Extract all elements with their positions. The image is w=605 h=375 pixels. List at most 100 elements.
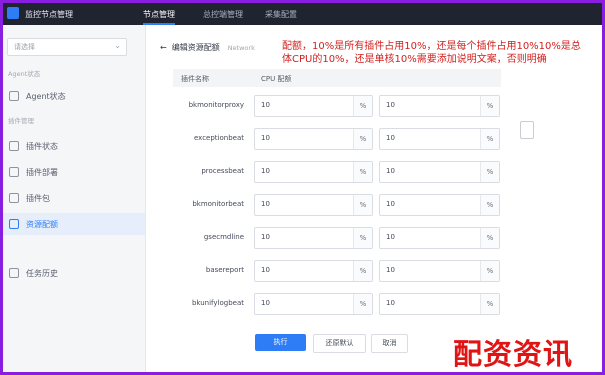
percent-unit: % [480, 195, 499, 215]
cpu-quota-value: 10 [261, 134, 270, 142]
cpu-quota-input[interactable]: 10% [254, 293, 373, 315]
deploy-icon [9, 167, 19, 177]
execute-button[interactable]: 执行 [255, 334, 306, 351]
percent-unit: % [353, 294, 372, 314]
table-row: bkmonitorbeat 10% 10% [146, 194, 602, 216]
package-icon [9, 193, 19, 203]
percent-unit: % [353, 162, 372, 182]
business-select-placeholder: 请选择 [14, 43, 35, 51]
quota-icon [9, 219, 19, 229]
percent-unit: % [353, 261, 372, 281]
cpu-quota-input[interactable]: 10% [254, 95, 373, 117]
sidebar-item-plugin-package[interactable]: 插件包 [3, 187, 145, 209]
cpu-quota-value: 10 [261, 101, 270, 109]
cpu-quota-input[interactable]: 10% [254, 260, 373, 282]
table-row: basereport 10% 10% [146, 260, 602, 282]
memory-quota-value: 10 [386, 299, 395, 307]
plugin-name: basereport [205, 266, 244, 274]
memory-quota-value: 10 [386, 134, 395, 142]
plugin-name: gsecmdline [203, 233, 244, 241]
column-header-name: 插件名称 [181, 75, 209, 83]
percent-unit: % [353, 129, 372, 149]
memory-quota-input[interactable]: 10% [379, 194, 500, 216]
sidebar-item-label: 插件部署 [26, 168, 58, 177]
percent-unit: % [353, 228, 372, 248]
memory-quota-value: 10 [386, 266, 395, 274]
percent-unit: % [480, 261, 499, 281]
placeholder-box [520, 121, 534, 139]
percent-unit: % [480, 162, 499, 182]
back-link[interactable]: ← 编辑资源配额 Network [160, 42, 255, 53]
memory-quota-input[interactable]: 10% [379, 161, 500, 183]
sidebar-group-plugin: 插件管理 [8, 117, 34, 125]
sidebar: 请选择 ⌄ Agent状态 Agent状态 插件管理 插件状态 插件部署 插件包… [3, 25, 146, 372]
cpu-quota-value: 10 [261, 299, 270, 307]
column-header-cpu: CPU 配额 [261, 75, 292, 83]
table-header: 插件名称 CPU 配额 [173, 69, 501, 87]
main-content: ← 编辑资源配额 Network 配额，10%是所有插件占用10%，还是每个插件占用… [146, 25, 602, 372]
app-window: 监控节点管理 节点管理 总控端管理 采集配置 请选择 ⌄ Agent状态 Age… [3, 3, 602, 372]
table-row: gsecmdline 10% 10% [146, 227, 602, 249]
app-name: 监控节点管理 [25, 10, 73, 19]
memory-quota-value: 10 [386, 200, 395, 208]
cancel-button[interactable]: 取消 [371, 334, 408, 353]
plugin-name: exceptionbeat [194, 134, 244, 142]
memory-quota-input[interactable]: 10% [379, 293, 500, 315]
cpu-quota-input[interactable]: 10% [254, 194, 373, 216]
restore-default-button[interactable]: 还原默认 [313, 334, 366, 353]
plugin-name: bkmonitorproxy [188, 101, 244, 109]
sidebar-item-label: Agent状态 [26, 92, 66, 101]
nav-controller-management[interactable]: 总控端管理 [203, 9, 243, 20]
plugin-name: bkmonitorbeat [192, 200, 244, 208]
history-icon [9, 268, 19, 278]
sidebar-item-plugin-status[interactable]: 插件状态 [3, 135, 145, 157]
review-annotation: 配额，10%是所有插件占用10%，还是每个插件占用10%10%是总体CPU的10… [282, 41, 581, 65]
arrow-left-icon: ← [160, 43, 167, 52]
cpu-quota-value: 10 [261, 167, 270, 175]
nav-node-management[interactable]: 节点管理 [143, 9, 175, 25]
sidebar-item-resource-quota[interactable]: 资源配额 [3, 213, 145, 235]
table-row: bkunifylogbeat 10% 10% [146, 293, 602, 315]
cpu-quota-input[interactable]: 10% [254, 161, 373, 183]
sidebar-item-label: 资源配额 [26, 220, 58, 229]
cpu-quota-value: 10 [261, 200, 270, 208]
memory-quota-input[interactable]: 10% [379, 260, 500, 282]
table-row: bkmonitorproxy 10% 10% [146, 95, 602, 117]
sidebar-group-agent: Agent状态 [8, 70, 41, 78]
percent-unit: % [480, 129, 499, 149]
status-icon [9, 141, 19, 151]
memory-quota-value: 10 [386, 167, 395, 175]
watermark-text: 配资资讯 [453, 337, 574, 371]
memory-quota-input[interactable]: 10% [379, 95, 500, 117]
business-select[interactable]: 请选择 ⌄ [7, 38, 127, 56]
chevron-down-icon: ⌄ [114, 41, 121, 50]
page-title: 编辑资源配额 [171, 43, 220, 52]
monitor-icon [9, 91, 19, 101]
top-navbar: 监控节点管理 节点管理 总控端管理 采集配置 [3, 3, 602, 25]
percent-unit: % [480, 294, 499, 314]
app-logo-icon [7, 7, 19, 19]
memory-quota-input[interactable]: 10% [379, 128, 500, 150]
cpu-quota-value: 10 [261, 233, 270, 241]
page-subtitle: Network [227, 44, 255, 52]
cpu-quota-value: 10 [261, 266, 270, 274]
plugin-name: bkunifylogbeat [191, 299, 244, 307]
plugin-name: processbeat [201, 167, 244, 175]
sidebar-item-label: 插件包 [26, 194, 50, 203]
nav-collection-config[interactable]: 采集配置 [265, 9, 297, 20]
memory-quota-value: 10 [386, 233, 395, 241]
percent-unit: % [353, 195, 372, 215]
sidebar-item-agent-status[interactable]: Agent状态 [3, 85, 145, 107]
memory-quota-value: 10 [386, 101, 395, 109]
cpu-quota-input[interactable]: 10% [254, 128, 373, 150]
memory-quota-input[interactable]: 10% [379, 227, 500, 249]
sidebar-item-plugin-deploy[interactable]: 插件部署 [3, 161, 145, 183]
percent-unit: % [480, 228, 499, 248]
percent-unit: % [480, 96, 499, 116]
sidebar-item-label: 任务历史 [26, 269, 58, 278]
cpu-quota-input[interactable]: 10% [254, 227, 373, 249]
sidebar-item-task-history[interactable]: 任务历史 [3, 262, 145, 284]
table-row: processbeat 10% 10% [146, 161, 602, 183]
sidebar-item-label: 插件状态 [26, 142, 58, 151]
percent-unit: % [353, 96, 372, 116]
